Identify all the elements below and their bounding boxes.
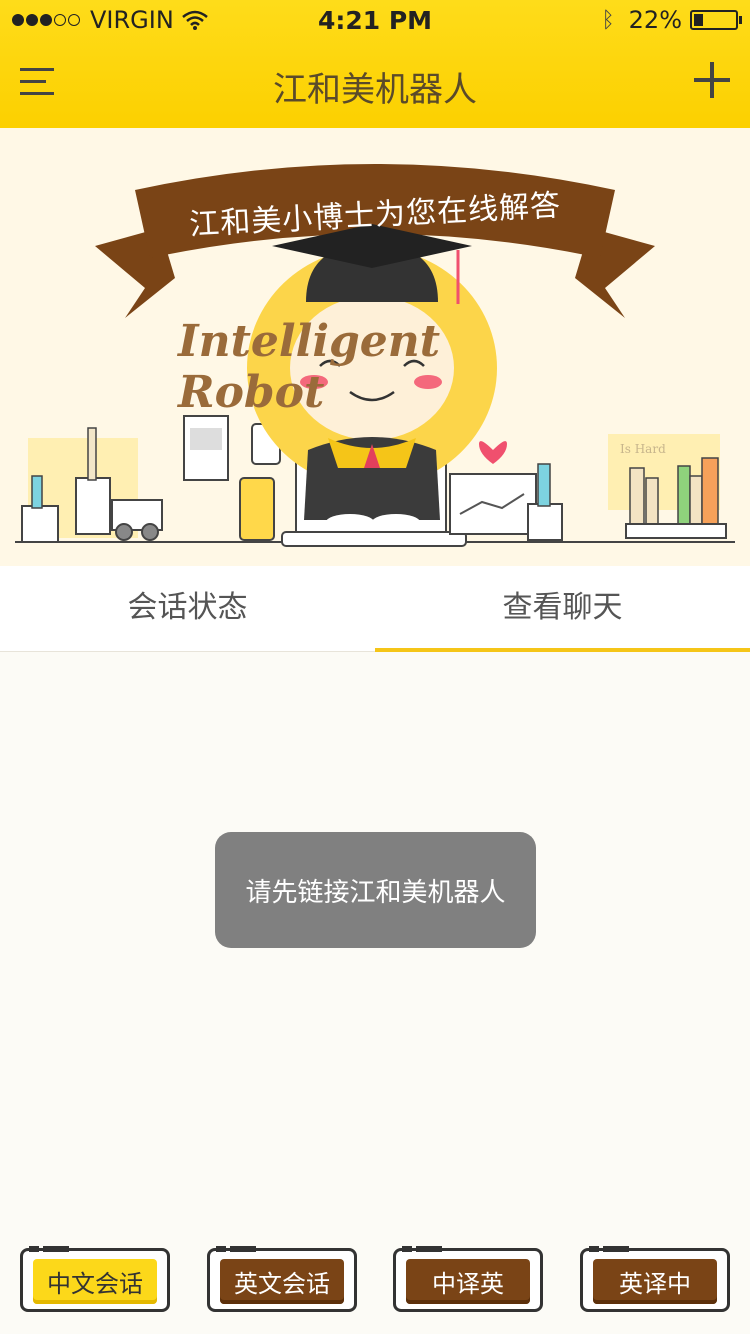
laptop-base [281, 531, 467, 547]
bluetooth-icon: ᛒ [601, 7, 615, 33]
en-to-zh-button[interactable]: 英译中 [580, 1246, 730, 1312]
book-stand [625, 523, 727, 539]
en-to-zh-label: 英译中 [593, 1259, 717, 1304]
page-title: 江和美机器人 [273, 70, 477, 110]
tab-view-chat[interactable]: 查看聊天 [375, 566, 750, 652]
phone [239, 477, 275, 541]
ruler [87, 427, 97, 481]
chart-screen [449, 473, 537, 535]
top-header: VIRGIN 4:21 PM ᛒ 22% 江和美机器人 [0, 0, 750, 128]
pencil-cup [75, 477, 111, 535]
nav-bar: 江和美机器人 [0, 40, 750, 128]
english-chat-button[interactable]: 英文会话 [207, 1246, 357, 1312]
battery-icon [690, 10, 742, 30]
book [677, 465, 691, 529]
book [689, 475, 703, 529]
book [645, 477, 659, 529]
cactus-left [31, 475, 43, 509]
chinese-chat-button[interactable]: 中文会话 [20, 1246, 170, 1312]
pot-left [21, 505, 59, 543]
book [701, 457, 719, 529]
foot-right [372, 514, 420, 530]
status-right: ᛒ 22% [601, 6, 742, 34]
book-label: Is Hard [620, 442, 666, 456]
toast-message: 请先链接江和美机器人 [215, 832, 536, 948]
foot-left [326, 514, 374, 530]
battery-fill [694, 14, 703, 26]
tab-session-status[interactable]: 会话状态 [0, 566, 375, 651]
truck-wheel [115, 523, 133, 541]
brand-text: Intelligent Robot [178, 316, 441, 418]
status-bar: VIRGIN 4:21 PM ᛒ 22% [0, 0, 750, 40]
chinese-chat-label: 中文会话 [33, 1259, 157, 1304]
zh-to-en-label: 中译英 [406, 1259, 530, 1304]
add-button[interactable] [694, 62, 730, 98]
english-chat-label: 英文会话 [220, 1259, 344, 1304]
cactus-right [537, 463, 551, 507]
truck-wheel [141, 523, 159, 541]
document-block [190, 428, 222, 450]
pot-right [527, 503, 563, 541]
tab-bar: 会话状态 查看聊天 [0, 566, 750, 652]
zh-to-en-button[interactable]: 中译英 [393, 1246, 543, 1312]
bottom-toolbar: 中文会话 英文会话 中译英 英译中 [0, 1246, 750, 1312]
battery-percent: 22% [628, 6, 682, 34]
heart [479, 441, 507, 464]
banner-illustration: 江和美小博士为您在线解答 Intelligent Robot Is Hard [0, 128, 750, 566]
book [629, 467, 645, 529]
